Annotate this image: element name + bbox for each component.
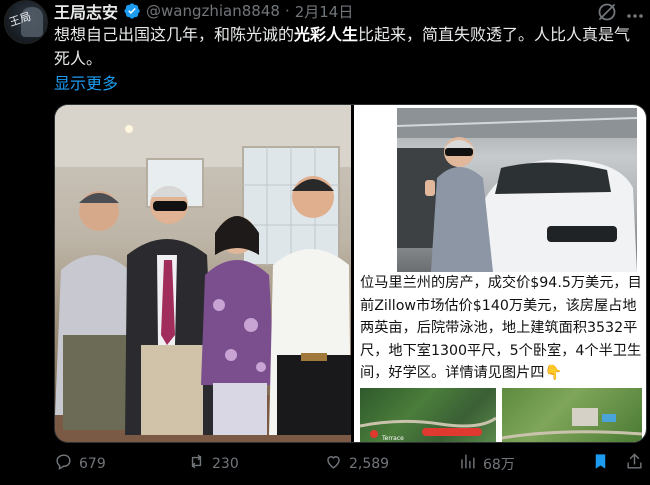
like-count: 2,589 — [349, 455, 390, 472]
tweet-text: 想想自己出国这几年，和陈光诚的光彩人生比起来，简直失败透了。人比人真是气死人。 — [54, 23, 644, 71]
action-bar: 679 230 2,589 68万 — [54, 452, 646, 478]
bookmark-icon — [591, 452, 610, 475]
reply-count: 679 — [79, 455, 106, 472]
car-photo — [397, 108, 637, 272]
car-photo-drawing — [397, 108, 637, 272]
like-button[interactable]: 2,589 — [324, 452, 389, 475]
group-photo-drawing — [55, 105, 351, 442]
reply-button[interactable]: 679 — [54, 452, 106, 475]
repost-button[interactable]: 230 — [187, 452, 239, 475]
aerial-map-2 — [502, 388, 642, 442]
repost-count: 230 — [212, 455, 239, 472]
views-button[interactable]: 68万 — [458, 452, 515, 475]
share-icon — [625, 452, 644, 475]
views-icon — [458, 452, 477, 475]
group-photo[interactable] — [55, 105, 351, 442]
bookmark-button[interactable] — [591, 452, 610, 475]
aerial-map-1-drawing: Terrace — [360, 416, 496, 442]
separator-dot: · — [284, 2, 290, 20]
show-more-link[interactable]: 显示更多 — [54, 70, 118, 94]
views-count: 68万 — [483, 456, 515, 473]
like-icon — [324, 452, 343, 475]
verified-badge-icon[interactable] — [123, 2, 141, 20]
reply-icon — [54, 452, 73, 475]
media-grid: 位马里兰州的房产，成交价$94.5万美元，目前Zillow市场估价$140万美元… — [54, 104, 647, 443]
repost-icon — [187, 452, 206, 475]
listing-description: 位马里兰州的房产，成交价$94.5万美元，目前Zillow市场估价$140万美元… — [360, 275, 642, 381]
avatar[interactable]: 王局 — [4, 0, 48, 44]
more-options-icon[interactable] — [626, 6, 644, 18]
aerial-map-2-drawing — [502, 408, 642, 440]
user-handle[interactable]: @wangzhian8848 — [146, 2, 280, 20]
tweet-header: 王局志安 @wangzhian8848 · 2月14日 — [54, 0, 353, 22]
map-label: Terrace — [381, 435, 404, 442]
display-name[interactable]: 王局志安 — [54, 0, 118, 23]
listing-post-image[interactable]: 位马里兰州的房产，成交价$94.5万美元，目前Zillow市场估价$140万美元… — [354, 105, 646, 442]
post-date[interactable]: 2月14日 — [295, 1, 354, 22]
share-button[interactable] — [625, 452, 644, 475]
tweet-text-bold: 光彩人生 — [294, 25, 359, 44]
grok-icon[interactable] — [596, 1, 618, 23]
tweet-text-before: 想想自己出国这几年，和陈光诚的 — [54, 25, 295, 44]
aerial-map-1: Terrace — [360, 388, 496, 442]
